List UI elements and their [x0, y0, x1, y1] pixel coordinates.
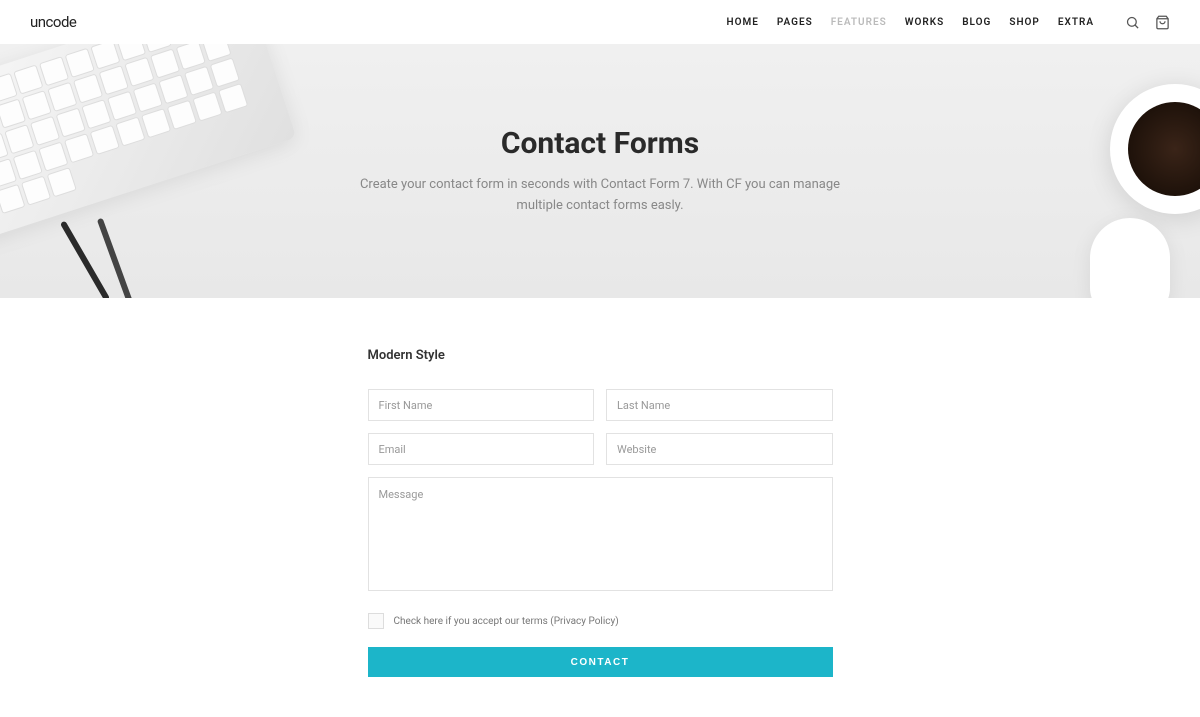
nav-menu: HOME PAGES FEATURES WORKS BLOG SHOP EXTR…	[727, 17, 1094, 28]
hero-section: Contact Forms Create your contact form i…	[0, 44, 1200, 298]
terms-checkbox[interactable]	[368, 613, 384, 629]
nav-item-home[interactable]: HOME	[727, 17, 759, 28]
coffee-cup-decor	[1110, 84, 1200, 214]
form-section: Modern Style Check here if you accept ou…	[368, 298, 833, 717]
site-header: uncode HOME PAGES FEATURES WORKS BLOG SH…	[0, 0, 1200, 44]
form-section-title: Modern Style	[368, 348, 833, 363]
first-name-input[interactable]	[368, 389, 595, 421]
nav-right: HOME PAGES FEATURES WORKS BLOG SHOP EXTR…	[727, 14, 1170, 30]
search-icon[interactable]	[1124, 14, 1140, 30]
last-name-input[interactable]	[606, 389, 833, 421]
website-input[interactable]	[606, 433, 833, 465]
nav-item-works[interactable]: WORKS	[905, 17, 944, 28]
nav-item-blog[interactable]: BLOG	[962, 17, 991, 28]
nav-item-extra[interactable]: EXTRA	[1058, 17, 1094, 28]
page-title: Contact Forms	[501, 126, 699, 161]
header-icons	[1124, 14, 1170, 30]
terms-row: Check here if you accept our terms (Priv…	[368, 613, 833, 629]
nav-item-features[interactable]: FEATURES	[831, 17, 887, 28]
message-textarea[interactable]	[368, 477, 833, 591]
logo[interactable]: uncode	[30, 13, 76, 31]
nav-item-shop[interactable]: SHOP	[1009, 17, 1040, 28]
keyboard-decor	[0, 44, 296, 243]
form-row-name	[368, 389, 833, 421]
terms-label: Check here if you accept our terms (Priv…	[394, 616, 619, 627]
form-row-contact	[368, 433, 833, 465]
email-input[interactable]	[368, 433, 595, 465]
pen-decor	[40, 228, 160, 298]
cart-icon[interactable]	[1154, 14, 1170, 30]
nav-item-pages[interactable]: PAGES	[777, 17, 813, 28]
page-subtitle: Create your contact form in seconds with…	[340, 175, 860, 217]
mouse-decor	[1090, 218, 1170, 298]
submit-button[interactable]: CONTACT	[368, 647, 833, 677]
